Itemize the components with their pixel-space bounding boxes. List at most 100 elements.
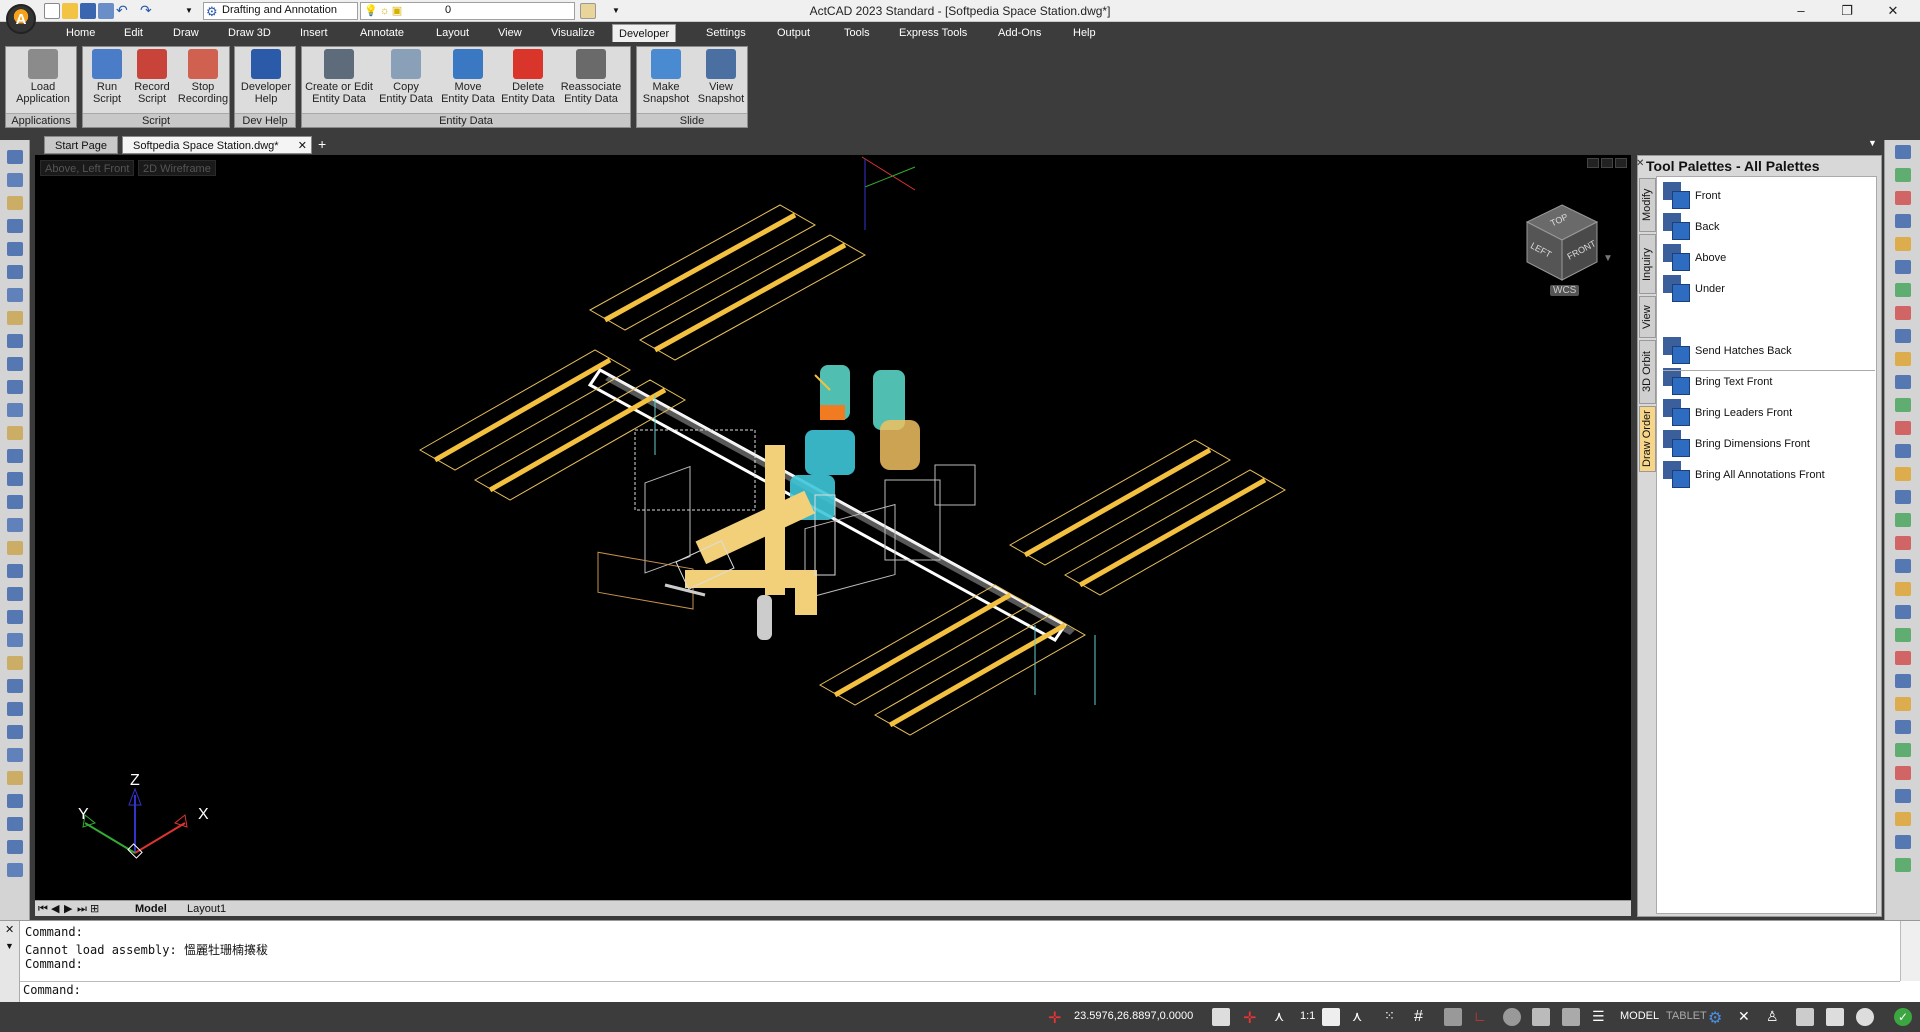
refresh-icon[interactable] (7, 633, 23, 647)
ortho-icon[interactable] (1444, 1008, 1462, 1026)
tab-draw[interactable]: Draw (167, 24, 205, 42)
palette-item-bring-text-front[interactable]: Bring Text Front (1663, 367, 1875, 397)
add-tab-button[interactable]: + (318, 136, 326, 152)
rotate-icon[interactable] (1895, 283, 1911, 297)
fillet-icon[interactable] (1895, 467, 1911, 481)
tab-start-page[interactable]: Start Page (44, 136, 118, 154)
zoom-icon[interactable] (7, 679, 23, 693)
grid-icon[interactable]: # (1414, 1008, 1432, 1026)
layout-next-icon[interactable]: ▶ (64, 902, 72, 916)
tab-express-tools[interactable]: Express Tools (893, 24, 973, 42)
command-scrollbar[interactable] (1900, 921, 1920, 981)
chevron-down-icon[interactable]: ▼ (5, 941, 14, 951)
zoom-window-icon[interactable] (7, 702, 23, 716)
gradient-icon[interactable] (7, 564, 23, 578)
annotation-scale[interactable]: 1:1 (1300, 1010, 1315, 1022)
model-space-button[interactable]: MODEL (1620, 1010, 1659, 1022)
overkill-icon[interactable] (1895, 789, 1911, 803)
zoom-extents-icon[interactable] (7, 725, 23, 739)
coordinates-readout[interactable]: 23.5976,26.8897,0.0000 (1074, 1010, 1193, 1022)
edit-hatch-icon[interactable] (1895, 651, 1911, 665)
tab-edit[interactable]: Edit (118, 24, 149, 42)
palette-item-under[interactable]: Under (1663, 274, 1875, 304)
command-window-grip[interactable]: ✕ ▼ (0, 921, 20, 1003)
viewcube-menu-icon[interactable]: ▼ (1603, 253, 1613, 264)
tablet-button[interactable]: TABLET (1666, 1010, 1707, 1022)
viewport-close-icon[interactable] (1615, 158, 1627, 168)
render-icon[interactable] (7, 817, 23, 831)
explode-icon[interactable] (1895, 490, 1911, 504)
view-snapshot-button[interactable]: View Snapshot (693, 49, 749, 111)
mirror-icon[interactable] (1895, 191, 1911, 205)
osnap-icon[interactable]: ⋏ (1274, 1008, 1292, 1026)
match-properties-icon[interactable] (1895, 674, 1911, 688)
snap-icon[interactable]: ✛ (1243, 1008, 1261, 1027)
ellipse-icon[interactable] (7, 311, 23, 325)
stop-recording-button[interactable]: Stop Recording (175, 49, 231, 111)
ungroup-icon[interactable] (1895, 720, 1911, 734)
zoom-in-icon[interactable] (7, 771, 23, 785)
stretch-icon[interactable] (1895, 329, 1911, 343)
developer-help-button[interactable]: Developer Help (237, 49, 295, 111)
layout-add-icon[interactable]: ⊞ (90, 902, 99, 916)
hatch-icon[interactable] (7, 380, 23, 394)
array-icon[interactable] (1895, 260, 1911, 274)
record-script-button[interactable]: Record Script (129, 49, 175, 111)
tools-icon[interactable]: ✕ (1738, 1008, 1756, 1026)
close-icon[interactable]: ✕ (298, 137, 307, 155)
lock-icon[interactable]: ♙ (1766, 1008, 1784, 1026)
reassociate-entity-data-button[interactable]: Reassociate Entity Data (558, 49, 624, 111)
revision-cloud-icon[interactable] (7, 334, 23, 348)
wcs-button[interactable]: WCS (1550, 285, 1580, 296)
palette-item-back[interactable]: Back (1663, 212, 1875, 242)
pan-icon[interactable] (7, 656, 23, 670)
tab-output[interactable]: Output (771, 24, 816, 42)
create-or-edit-entity-data-button[interactable]: Create or Edit Entity Data (304, 49, 374, 111)
tab-tools[interactable]: Tools (838, 24, 876, 42)
viewport-restore-icon[interactable] (1601, 158, 1613, 168)
tab-annotate[interactable]: Annotate (354, 24, 410, 42)
trim-icon[interactable] (1895, 352, 1911, 366)
properties-icon[interactable] (7, 840, 23, 854)
line-icon[interactable] (7, 150, 23, 164)
palette-item-bring-all-annotations-front[interactable]: Bring All Annotations Front (1663, 460, 1875, 490)
palette-item-front[interactable]: Front (1663, 181, 1875, 211)
edit-spline-icon[interactable] (1895, 628, 1911, 642)
lengthen-icon[interactable] (1895, 536, 1911, 550)
minimize-button[interactable]: – (1778, 0, 1824, 22)
spline-icon[interactable] (7, 242, 23, 256)
move-icon[interactable] (1895, 145, 1911, 159)
tab-help[interactable]: Help (1067, 24, 1102, 42)
pencil-icon[interactable] (7, 196, 23, 210)
tab-developer[interactable]: Developer (612, 24, 677, 42)
region-icon[interactable] (7, 449, 23, 463)
chamfer-icon[interactable] (1895, 444, 1911, 458)
tab-home[interactable]: Home (60, 24, 101, 42)
arc-icon[interactable] (7, 219, 23, 233)
palette-close-icon[interactable]: ✕ (1636, 158, 1644, 169)
erase-icon[interactable] (1895, 237, 1911, 251)
copy-entity-data-button[interactable]: Copy Entity Data (374, 49, 438, 111)
make-snapshot-button[interactable]: Make Snapshot (639, 49, 693, 111)
divide-icon[interactable] (1895, 559, 1911, 573)
lineweight-icon[interactable] (1532, 1008, 1550, 1026)
clean-screen-icon[interactable] (1856, 1008, 1874, 1026)
transparency-icon[interactable] (1562, 1008, 1580, 1026)
palette-tab-modify[interactable]: Modify (1639, 178, 1656, 232)
dynamic-input-icon[interactable] (1503, 1008, 1521, 1026)
copy-icon[interactable] (1895, 168, 1911, 182)
tab-add-ons[interactable]: Add-Ons (992, 24, 1047, 42)
app-logo[interactable]: A (6, 4, 36, 34)
viewcube[interactable]: TOP LEFT FRONT (1522, 200, 1602, 290)
circle-icon[interactable] (7, 265, 23, 279)
annotation-visibility-icon[interactable] (1322, 1008, 1340, 1026)
tab-layout1[interactable]: Layout1 (187, 902, 226, 916)
mtext-icon[interactable] (7, 610, 23, 624)
quick-properties-icon[interactable]: ☰ (1592, 1008, 1610, 1026)
text-icon[interactable] (7, 587, 23, 601)
palette-item-bring-leaders-front[interactable]: Bring Leaders Front (1663, 398, 1875, 428)
close-button[interactable]: ✕ (1870, 0, 1916, 22)
join-icon[interactable] (1895, 421, 1911, 435)
palette-tab-view[interactable]: View (1639, 296, 1656, 338)
polyline-icon[interactable] (7, 173, 23, 187)
